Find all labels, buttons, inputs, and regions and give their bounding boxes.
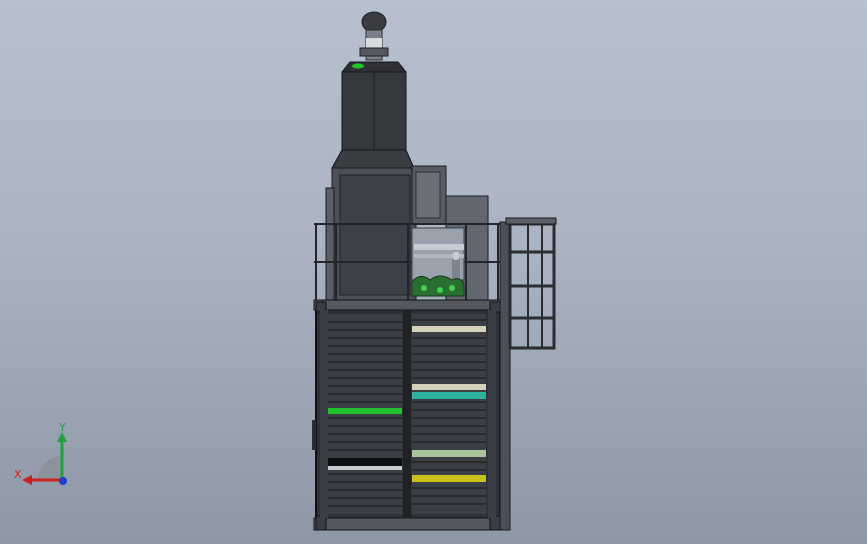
z-axis-dot — [59, 477, 67, 485]
triad-plane — [38, 456, 62, 480]
exhaust-pipe — [359, 11, 389, 61]
x-axis-label: X — [14, 468, 22, 481]
coordinate-triad: Y X — [14, 421, 67, 485]
side-ladder — [499, 217, 557, 531]
chimney-cylinder — [331, 61, 415, 169]
shelving-left — [328, 314, 402, 514]
container-model[interactable] — [0, 0, 867, 544]
cad-viewport[interactable]: Y X — [0, 0, 867, 544]
shelving-right — [412, 314, 486, 514]
y-axis-label: Y — [58, 421, 66, 434]
machinery — [411, 227, 465, 297]
